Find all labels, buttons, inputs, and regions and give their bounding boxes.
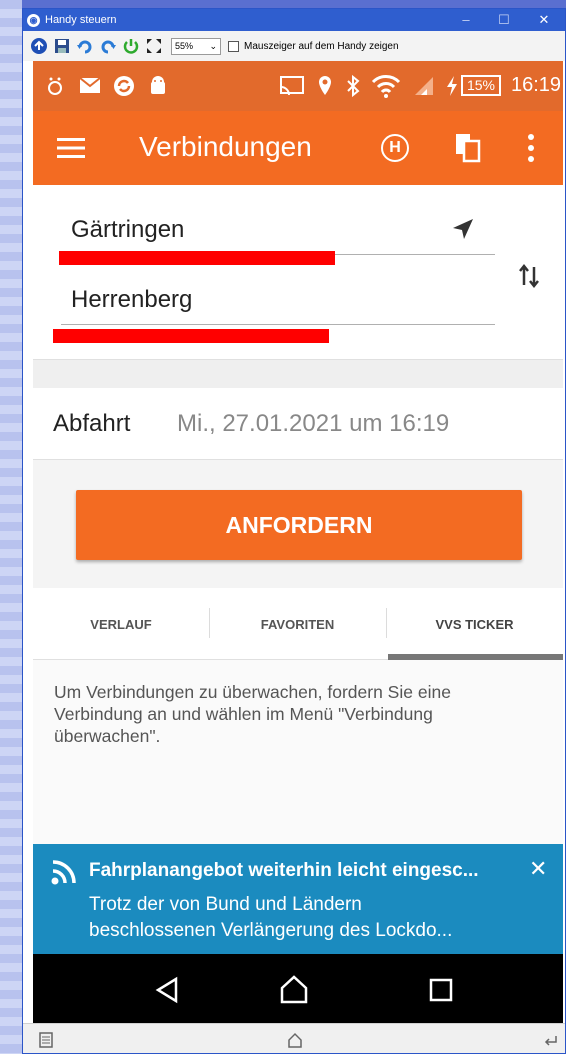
menu-list-icon[interactable] <box>39 1032 53 1048</box>
location-icon <box>319 76 331 95</box>
mouse-pointer-checkbox[interactable] <box>228 40 239 52</box>
tab-favoriten[interactable]: FAVORITEN <box>209 588 386 660</box>
to-field[interactable]: Herrenberg <box>61 275 495 325</box>
departure-value: Mi., 27.01.2021 um 16:19 <box>177 410 450 437</box>
app-icon: ◉ <box>27 13 40 27</box>
close-window-button[interactable]: ✕ <box>525 9 563 31</box>
cast-icon <box>280 76 304 96</box>
menu-icon[interactable] <box>57 137 85 159</box>
back-icon[interactable] <box>155 976 179 1004</box>
stop-icon-label: H <box>389 139 401 156</box>
zoom-value: 55% <box>175 41 194 51</box>
maximize-button[interactable]: ☐ <box>485 9 523 31</box>
to-value: Herrenberg <box>71 286 193 313</box>
divider-gap <box>33 360 563 388</box>
tab-verlauf[interactable]: VERLAUF <box>33 588 209 660</box>
signal-icon <box>415 77 433 95</box>
window-titlebar: ◉ Handy steuern – ☐ ✕ <box>23 9 565 31</box>
undo-icon[interactable] <box>75 36 95 56</box>
from-value: Gärtringen <box>71 216 185 243</box>
battery-level: 15% <box>466 77 496 93</box>
navigation-arrow-icon[interactable] <box>451 217 475 241</box>
departure-label: Abfahrt <box>53 410 131 437</box>
recents-icon[interactable] <box>429 978 453 1002</box>
copy-icon[interactable] <box>455 133 481 163</box>
desktop-background <box>0 0 22 1054</box>
return-icon[interactable] <box>543 1032 559 1048</box>
news-body-line1: Trotz der von Bund und Ländern <box>89 894 362 915</box>
mouse-pointer-label: Mauszeiger auf dem Handy zeigen <box>244 40 399 52</box>
app-bar: Verbindungen H <box>33 111 563 185</box>
tab-vvs-ticker[interactable]: VVS TICKER <box>386 588 563 660</box>
tab-bar: VERLAUF FAVORITEN VVS TICKER <box>33 588 563 660</box>
redaction-bar <box>53 329 329 343</box>
window-bottom-bar <box>23 1023 565 1053</box>
minimize-button[interactable]: – <box>447 9 485 31</box>
tool-bar: 55% ⌄ Mauszeiger auf dem Handy zeigen <box>23 31 565 61</box>
page-title: Verbindungen <box>139 131 312 162</box>
news-body-line2: beschlossenen Verlängerung des Lockdo... <box>89 920 453 941</box>
departure-row[interactable]: Abfahrt Mi., 27.01.2021 um 16:19 <box>33 388 563 460</box>
request-area: ANFORDERN <box>33 460 563 588</box>
connect-icon[interactable] <box>29 36 49 56</box>
home-outline-icon[interactable] <box>287 1032 303 1048</box>
zoom-select[interactable]: 55% ⌄ <box>171 37 221 55</box>
from-field[interactable]: Gärtringen <box>61 205 495 255</box>
chevron-down-icon: ⌄ <box>209 40 217 51</box>
mail-icon <box>79 77 101 93</box>
swap-icon[interactable] <box>519 263 539 289</box>
rss-icon <box>51 860 76 885</box>
alarm-icon <box>48 77 62 95</box>
redaction-bar <box>59 251 335 265</box>
charging-icon <box>447 76 457 96</box>
wifi-icon <box>371 75 401 98</box>
news-close-icon[interactable]: ✕ <box>529 856 547 882</box>
active-tab-indicator <box>388 654 563 660</box>
news-banner[interactable]: Fahrplanangebot weiterhin leicht eingesc… <box>33 844 563 954</box>
route-inputs: Gärtringen Herrenberg <box>33 185 563 360</box>
stop-icon[interactable]: H <box>381 134 409 162</box>
news-title: Fahrplanangebot weiterhin leicht eingesc… <box>89 860 479 881</box>
info-text: Um Verbindungen zu überwachen, fordern S… <box>54 682 451 746</box>
fullscreen-icon[interactable] <box>144 36 164 56</box>
phone-screen: 15% 16:19 Verbindungen H Gärtringen Herr… <box>33 61 563 1045</box>
more-options-icon[interactable] <box>527 133 535 163</box>
sync-icon <box>114 76 134 96</box>
power-icon[interactable] <box>121 36 141 56</box>
save-icon[interactable] <box>52 36 72 56</box>
request-button[interactable]: ANFORDERN <box>76 490 522 560</box>
status-time: 16:19 <box>511 74 562 96</box>
android-icon <box>151 76 165 94</box>
bluetooth-icon <box>347 74 360 98</box>
home-icon[interactable] <box>279 974 309 1004</box>
window-title: Handy steuern <box>45 14 117 26</box>
redo-icon[interactable] <box>98 36 118 56</box>
handy-steuern-window: ◉ Handy steuern – ☐ ✕ 55% ⌄ Mauszeiger a… <box>22 8 566 1054</box>
android-status-bar: 15% 16:19 <box>33 61 563 111</box>
battery-indicator: 15% <box>461 75 501 96</box>
